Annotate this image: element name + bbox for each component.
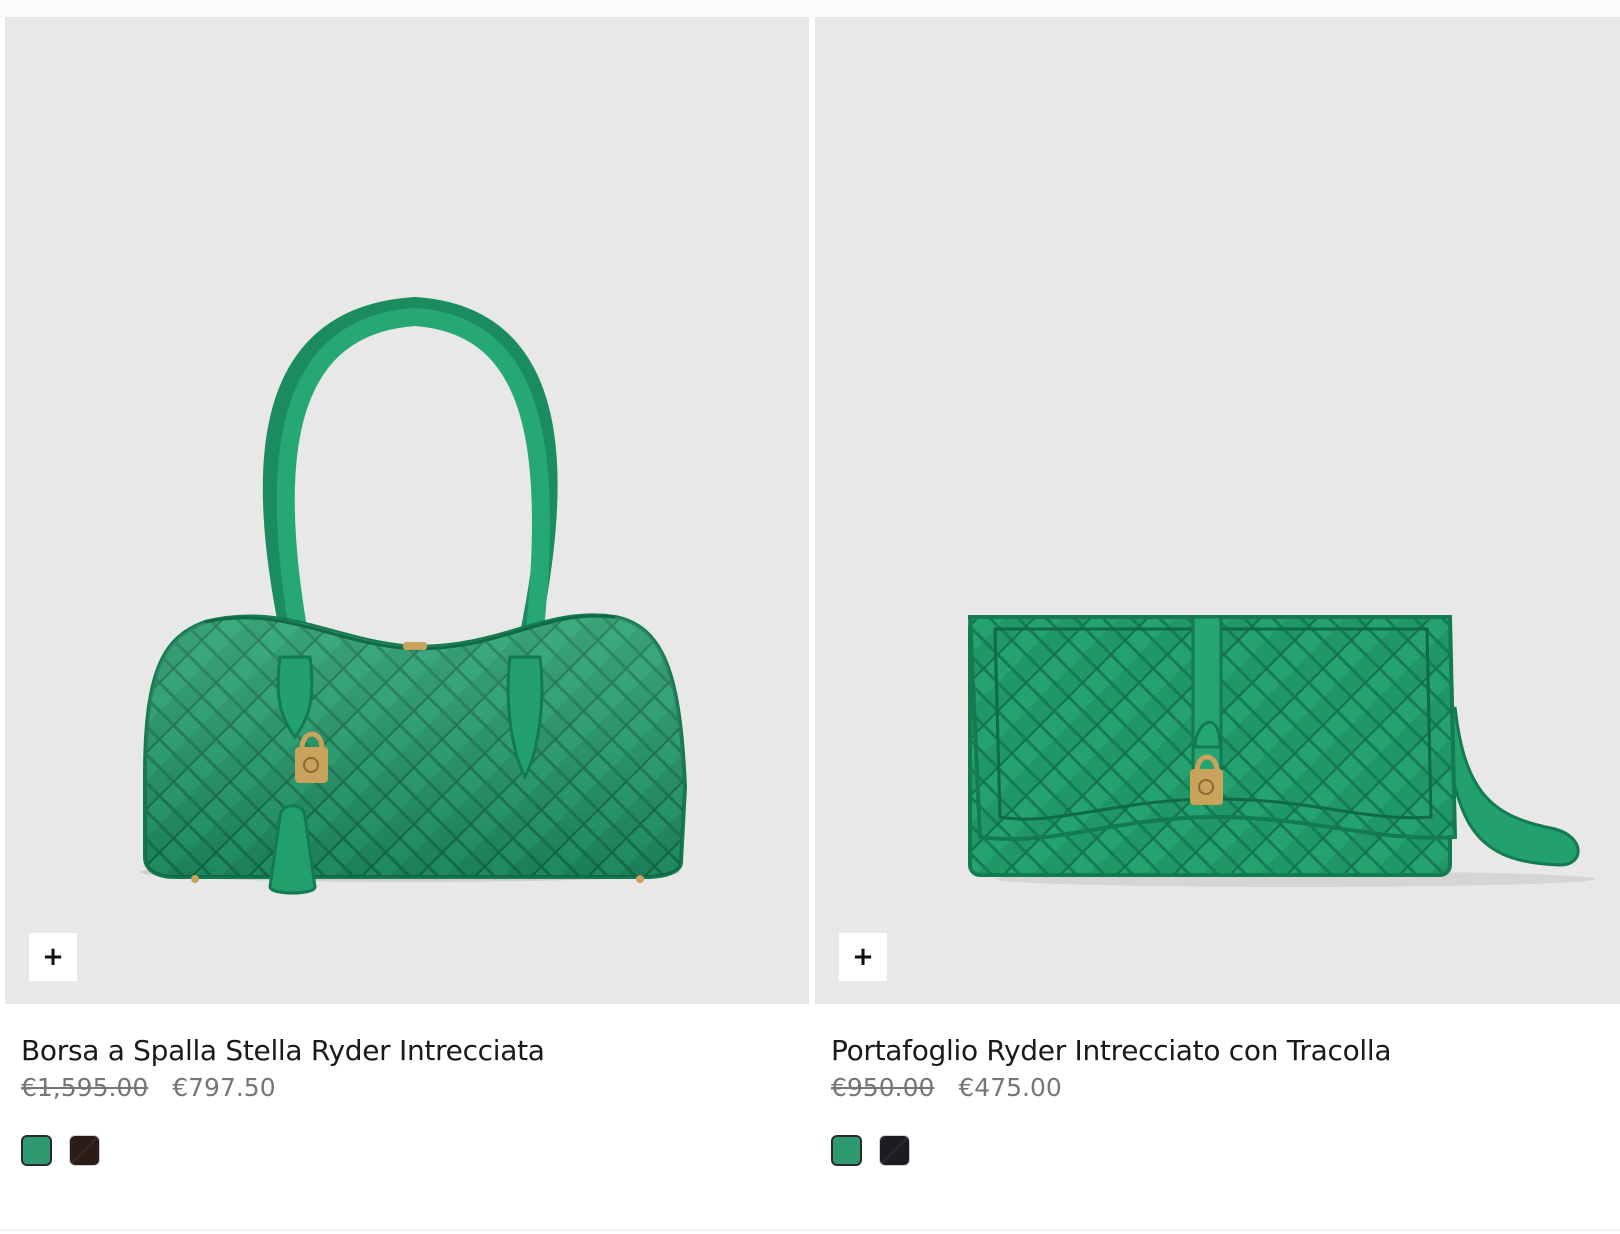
plus-icon: + [852,942,874,972]
original-price: €1,595.00 [21,1073,149,1102]
price-row: €1,595.00 €797.50 [21,1073,793,1102]
bottom-divider [0,1229,1620,1231]
product-card[interactable]: + Borsa a Spalla Stella Ryder Intrecciat… [5,17,809,1166]
product-image-shoulder-bag[interactable] [5,17,809,1004]
top-divider [0,0,1620,17]
product-grid: + Borsa a Spalla Stella Ryder Intrecciat… [5,17,1620,1166]
product-title[interactable]: Portafoglio Ryder Intrecciato con Tracol… [831,1034,1392,1067]
quick-add-button[interactable]: + [839,933,887,981]
product-info: Borsa a Spalla Stella Ryder Intrecciata … [5,1004,809,1166]
swatch-green[interactable] [21,1135,52,1166]
quick-add-button[interactable]: + [29,933,77,981]
sale-price: €475.00 [958,1073,1062,1102]
product-card[interactable]: + Portafoglio Ryder Intrecciato con Trac… [815,17,1620,1166]
swatch-green[interactable] [831,1135,862,1166]
swatch-black[interactable] [879,1135,910,1166]
product-title[interactable]: Borsa a Spalla Stella Ryder Intrecciata [21,1034,545,1067]
product-image-frame[interactable]: + [815,17,1620,1004]
product-info: Portafoglio Ryder Intrecciato con Tracol… [815,1004,1620,1166]
price-row: €950.00 €475.00 [831,1073,1604,1102]
color-swatches [21,1135,793,1166]
plus-icon: + [42,942,64,972]
swatch-dark-brown[interactable] [69,1135,100,1166]
product-image-frame[interactable]: + [5,17,809,1004]
color-swatches [831,1135,1604,1166]
product-image-wallet-crossbody[interactable] [815,17,1620,1004]
sale-price: €797.50 [172,1073,276,1102]
original-price: €950.00 [831,1073,935,1102]
